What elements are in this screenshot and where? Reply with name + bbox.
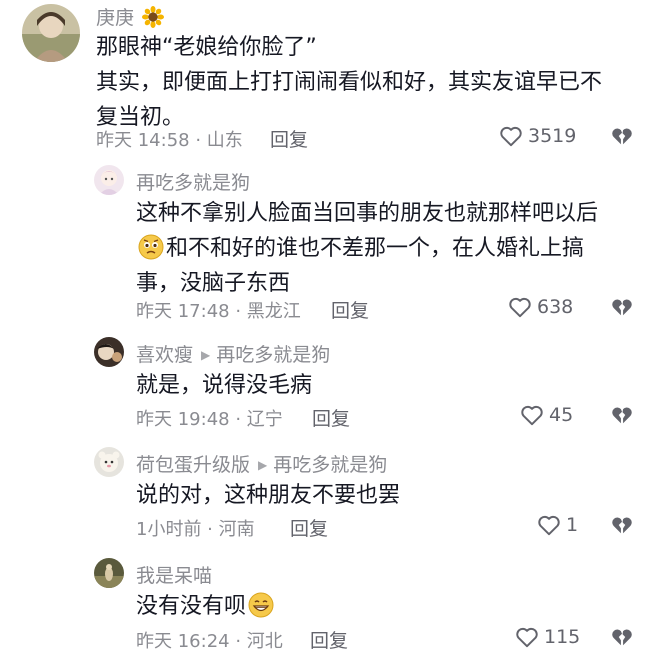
comment-time-location: 昨天 16:24 · 河北 [136,631,283,652]
comment-line: 其实，即便面上打打闹闹看似和好，其实友谊早已不 [96,70,603,95]
like-count: 3519 [528,125,577,147]
comment-line: 就是，说得没毛病 [136,373,313,398]
heart-icon [500,126,522,147]
broken-heart-icon [612,299,632,316]
dislike-button[interactable] [609,402,635,428]
worried-face-emoji [138,234,164,260]
comment-text: 那眼神“老娘给你脸了” 其实，即便面上打打闹闹看似和好，其实友谊早已不 复当初。 [96,30,602,135]
like-count: 45 [549,404,574,426]
broken-heart-icon [612,407,632,424]
comment-time-location: 昨天 14:58 · 山东 [96,130,243,151]
like-button[interactable]: 115 [514,624,580,650]
dislike-button[interactable] [609,123,635,149]
heart-icon [516,627,538,648]
username[interactable]: 再吃多就是狗 [136,168,250,195]
like-count: 638 [537,296,574,318]
comment-text: 没有没有呗 [136,589,276,624]
broken-heart-icon [612,128,632,145]
reply-button[interactable]: 回复 [312,404,350,431]
comment-line: 和不和好的谁也不差那一个，在人婚礼上搞 [166,236,585,261]
comment-text: 就是，说得没毛病 [136,368,312,403]
dislike-button[interactable] [609,512,635,538]
avatar[interactable] [94,337,124,367]
broken-heart-icon [612,629,632,646]
like-button[interactable]: 3519 [498,123,576,149]
avatar[interactable] [94,165,124,195]
username-text: 喜欢瘦 [136,344,194,366]
like-count: 115 [544,626,581,648]
avatar[interactable] [22,4,80,62]
comment-time-location: 昨天 19:48 · 辽宁 [136,409,283,430]
heart-icon [509,297,531,318]
like-button[interactable]: 638 [507,294,573,320]
dislike-button[interactable] [609,624,635,650]
username-text: 荷包蛋升级版 [136,454,251,476]
username-text: 庚庚 [96,7,135,29]
avatar[interactable] [94,447,124,477]
comment-text: 这种不拿别人脸面当回事的朋友也就那样吧以后 和不和好的谁也不差那一个，在人婚礼上… [136,196,598,301]
comment-time-location: 1小时前 · 河南 [136,519,255,540]
username[interactable]: 我是呆喵 [136,561,212,588]
avatar[interactable] [94,558,124,588]
comment-text: 说的对，这种朋友不要也罢 [136,478,400,513]
like-button[interactable]: 1 [536,512,578,538]
comment-line: 这种不拿别人脸面当回事的朋友也就那样吧以后 [136,201,599,226]
reply-arrow-icon: ▶ [201,348,211,362]
like-count: 1 [566,514,579,536]
sunflower-icon [142,6,165,28]
comment-line: 说的对，这种朋友不要也罢 [136,483,401,508]
reply-button[interactable]: 回复 [310,626,348,653]
reply-button[interactable]: 回复 [270,125,308,152]
like-button[interactable]: 45 [519,402,573,428]
username[interactable]: 庚庚 [96,3,166,30]
username[interactable]: 喜欢瘦 ▶ 再吃多就是狗 [136,340,330,367]
comment-line: 没有没有呗 [136,594,247,619]
reply-to-username[interactable]: 再吃多就是狗 [216,344,330,366]
broken-heart-icon [612,517,632,534]
dislike-button[interactable] [609,294,635,320]
heart-icon [538,515,560,536]
reply-button[interactable]: 回复 [331,296,369,323]
username[interactable]: 荷包蛋升级版 ▶ 再吃多就是狗 [136,450,387,477]
heart-icon [521,405,543,426]
reply-button[interactable]: 回复 [290,514,328,541]
reply-to-username[interactable]: 再吃多就是狗 [273,454,387,476]
comment-time-location: 昨天 17:48 · 黑龙江 [136,301,301,322]
grinning-face-emoji [248,592,274,618]
reply-arrow-icon: ▶ [258,458,268,472]
comment-line: 那眼神“老娘给你脸了” [96,35,317,60]
